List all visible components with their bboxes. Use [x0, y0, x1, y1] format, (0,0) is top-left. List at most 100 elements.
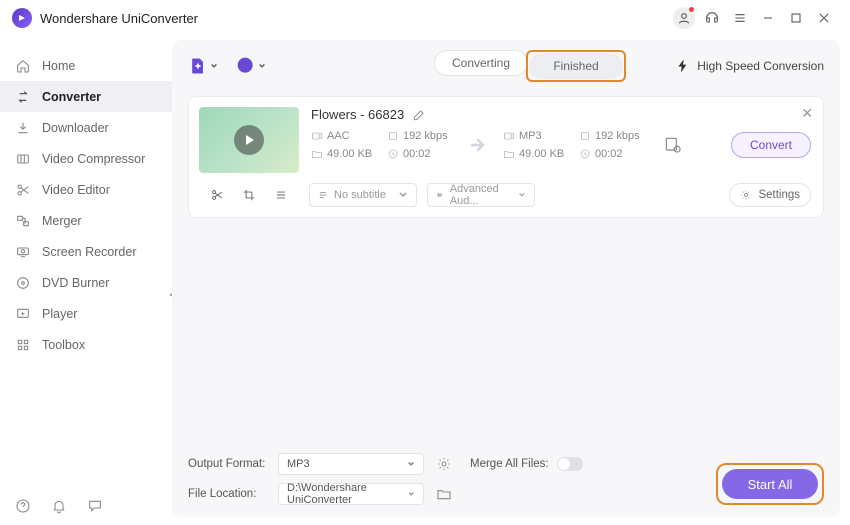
bell-icon[interactable] [50, 497, 68, 515]
toolbox-icon [14, 337, 32, 353]
scissors-icon [14, 182, 32, 198]
converter-icon [14, 89, 32, 105]
trim-icon[interactable] [210, 188, 224, 202]
output-format-label: Output Format: [188, 458, 268, 470]
download-icon [14, 120, 32, 136]
sidebar-item-label: DVD Burner [42, 276, 109, 290]
highlight-start: Start All [716, 463, 824, 505]
gear-icon [740, 189, 752, 201]
sidebar-item-toolbox[interactable]: Toolbox [0, 329, 172, 360]
sidebar-item-label: Toolbox [42, 338, 85, 352]
subtitle-select[interactable]: No subtitle [309, 183, 417, 207]
sidebar-item-recorder[interactable]: Screen Recorder [0, 236, 172, 267]
bitrate-icon [579, 130, 591, 142]
account-icon[interactable] [670, 4, 698, 32]
sidebar-item-label: Video Editor [42, 183, 110, 197]
folder-icon [503, 148, 515, 160]
sidebar-item-label: Home [42, 59, 75, 73]
file-location-label: File Location: [188, 488, 268, 500]
sidebar-item-label: Video Compressor [42, 152, 145, 166]
notification-dot-icon [689, 7, 694, 12]
feedback-icon[interactable] [86, 497, 104, 515]
sidebar-item-downloader[interactable]: Downloader [0, 112, 172, 143]
compressor-icon [14, 151, 32, 167]
sidebar-item-label: Downloader [42, 121, 109, 135]
tab-converting[interactable]: Converting [434, 50, 528, 76]
bitrate-icon [387, 130, 399, 142]
video-icon [503, 130, 515, 142]
file-location-select[interactable]: D:\Wondershare UniConverter [278, 483, 424, 505]
remove-file-icon[interactable]: ✕ [801, 105, 813, 122]
maximize-icon[interactable] [782, 4, 810, 32]
dst-codec: MP3 [519, 130, 542, 142]
edit-icon[interactable] [412, 108, 426, 122]
app-logo [12, 8, 32, 28]
merge-label: Merge All Files: [470, 458, 549, 470]
src-codec: AAC [327, 130, 350, 142]
sidebar-item-label: Screen Recorder [42, 245, 137, 259]
output-settings-icon[interactable] [661, 133, 685, 157]
file-name: Flowers - 66823 [311, 107, 404, 122]
subtitle-icon [318, 190, 328, 200]
dst-size: 49.00 KB [519, 148, 564, 160]
clock-icon [387, 148, 399, 160]
sidebar-item-home[interactable]: Home [0, 50, 172, 81]
sidebar: Home Converter Downloader Video Compress… [0, 36, 172, 525]
recorder-icon [14, 244, 32, 260]
sidebar-item-merger[interactable]: Merger [0, 205, 172, 236]
chevron-down-icon [398, 190, 408, 200]
support-icon[interactable] [698, 4, 726, 32]
titlebar: Wondershare UniConverter [0, 0, 850, 36]
main-panel: Converting Finished High Speed Conversio… [172, 40, 840, 517]
help-icon[interactable] [14, 497, 32, 515]
play-icon[interactable] [234, 125, 264, 155]
chevron-down-icon [407, 460, 415, 468]
arrow-icon [465, 132, 491, 158]
waveform-icon [436, 190, 444, 200]
sidebar-item-editor[interactable]: Video Editor [0, 174, 172, 205]
add-file-button[interactable] [188, 56, 218, 76]
chevron-down-icon [518, 190, 526, 200]
close-icon[interactable] [810, 4, 838, 32]
video-icon [311, 130, 323, 142]
dst-duration: 00:02 [595, 148, 623, 160]
disc-icon [14, 275, 32, 291]
highlight-finished: Finished [526, 50, 626, 82]
add-url-button[interactable] [236, 56, 266, 76]
start-all-button[interactable]: Start All [722, 469, 818, 499]
sidebar-item-label: Player [42, 307, 77, 321]
format-settings-icon[interactable] [434, 454, 454, 474]
minimize-icon[interactable] [754, 4, 782, 32]
output-format-select[interactable]: MP3 [278, 453, 424, 475]
sidebar-item-label: Merger [42, 214, 82, 228]
tab-finished[interactable]: Finished [529, 53, 623, 79]
src-size: 49.00 KB [327, 148, 372, 160]
folder-icon [311, 148, 323, 160]
convert-button[interactable]: Convert [731, 132, 811, 158]
audio-select[interactable]: Advanced Aud... [427, 183, 535, 207]
clock-icon [579, 148, 591, 160]
sidebar-item-compressor[interactable]: Video Compressor [0, 143, 172, 174]
open-folder-icon[interactable] [434, 484, 454, 504]
merger-icon [14, 213, 32, 229]
app-title: Wondershare UniConverter [40, 11, 198, 26]
sidebar-item-label: Converter [42, 90, 101, 104]
sidebar-item-converter[interactable]: Converter [0, 81, 172, 112]
menu-icon[interactable] [726, 4, 754, 32]
player-icon [14, 306, 32, 322]
bolt-icon [675, 58, 691, 74]
dst-bitrate: 192 kbps [595, 130, 640, 142]
src-bitrate: 192 kbps [403, 130, 448, 142]
home-icon [14, 58, 32, 74]
high-speed-toggle[interactable]: High Speed Conversion [675, 58, 824, 74]
chevron-down-icon [408, 490, 415, 498]
more-icon[interactable] [274, 188, 288, 202]
file-card: ✕ Flowers - 66823 AAC 49.00 KB [188, 96, 824, 218]
settings-button[interactable]: Settings [729, 183, 811, 207]
crop-icon[interactable] [242, 188, 256, 202]
thumbnail[interactable] [199, 107, 299, 173]
sidebar-item-dvd[interactable]: DVD Burner [0, 267, 172, 298]
sidebar-item-player[interactable]: Player [0, 298, 172, 329]
merge-toggle[interactable] [557, 457, 583, 471]
src-duration: 00:02 [403, 148, 431, 160]
